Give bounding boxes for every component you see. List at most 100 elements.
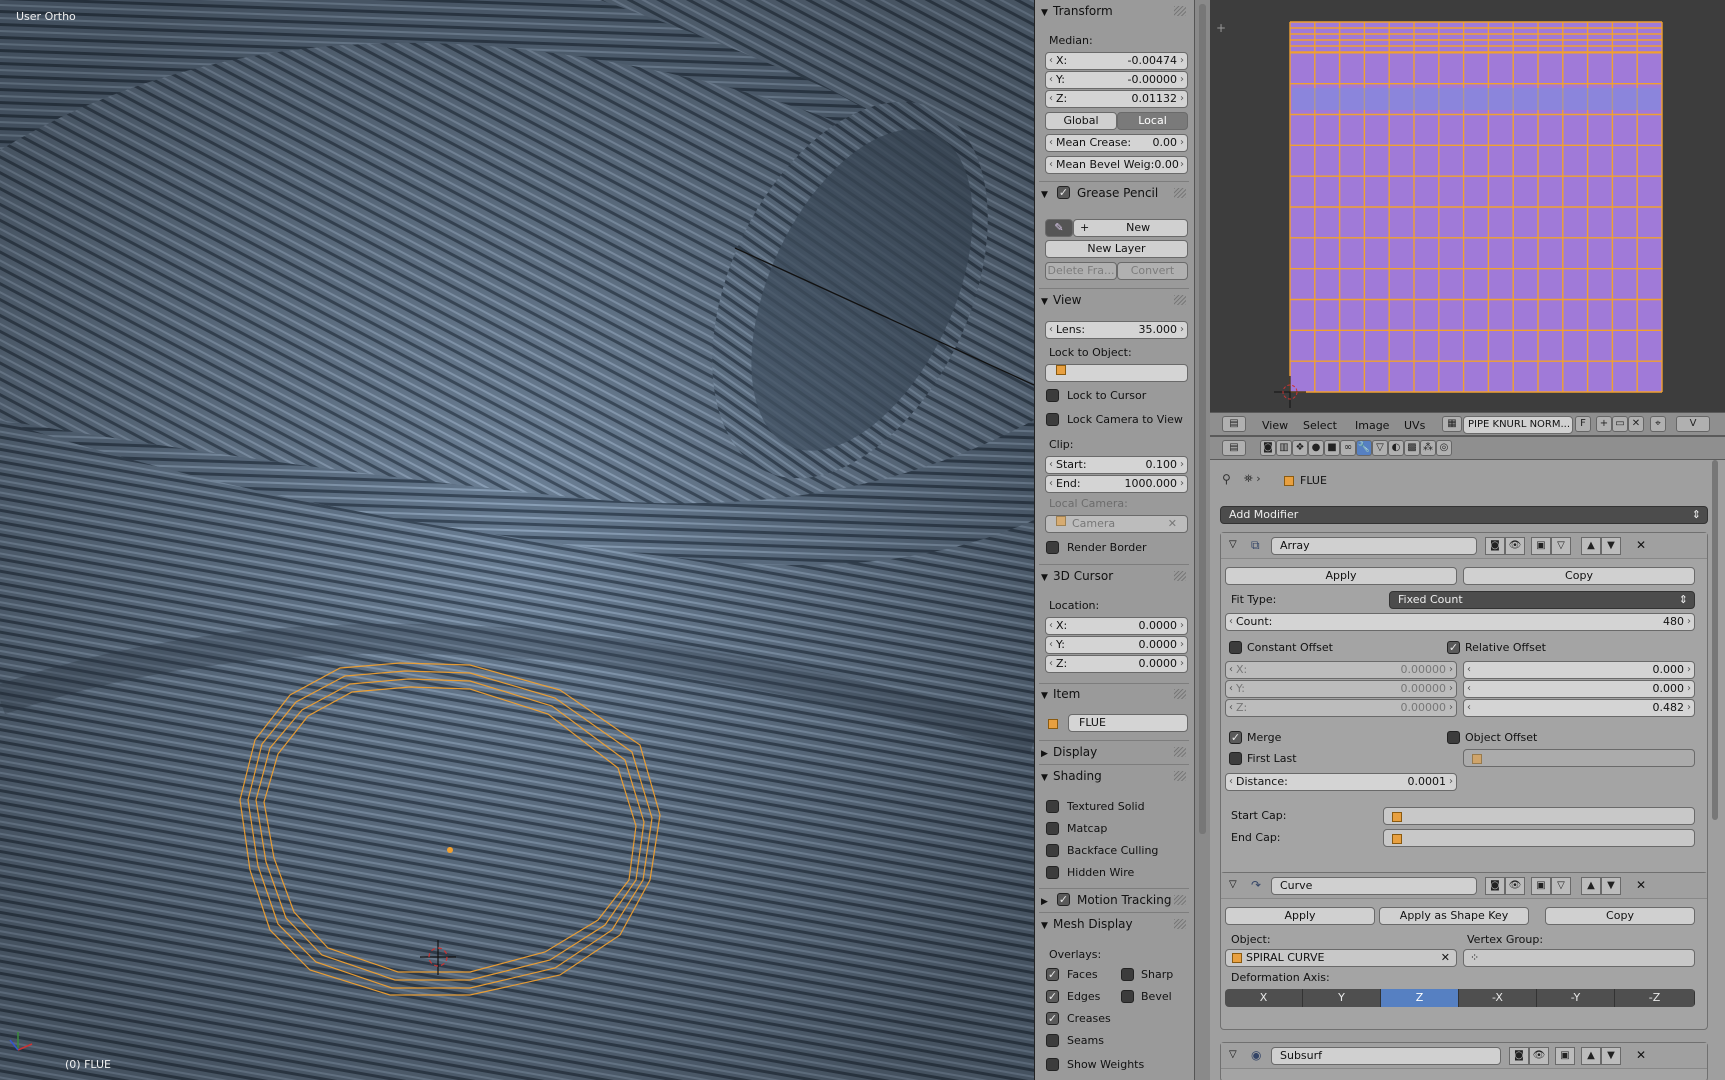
move-down-icon[interactable]: ▼ (1601, 1047, 1621, 1065)
vertex-group-field[interactable]: ⁘ (1463, 949, 1695, 967)
faces-checkbox[interactable]: ✓ (1046, 968, 1059, 981)
item-header[interactable]: ▼ Item (1041, 685, 1080, 703)
cursor-y-field[interactable]: Y: 0.0000 (1045, 636, 1188, 654)
median-z-field[interactable]: Z: 0.01132 (1045, 90, 1188, 108)
collapse-triangle-icon[interactable]: ▽ (1229, 539, 1237, 550)
viewport-toggle-icon[interactable]: 👁 (1505, 877, 1525, 895)
constant-y-field[interactable]: Y: 0.00000 (1225, 680, 1457, 698)
end-cap-field[interactable] (1383, 829, 1695, 847)
editor-type-icon[interactable]: ▤ (1222, 440, 1246, 456)
relative-y-field[interactable]: 0.000 (1463, 680, 1695, 698)
clear-icon[interactable]: ✕ (1168, 516, 1177, 532)
curve-apply-button[interactable]: Apply (1225, 907, 1375, 925)
local-button[interactable]: Local (1117, 112, 1188, 130)
image-browse-icon[interactable]: ▦ (1442, 416, 1462, 432)
array-copy-button[interactable]: Copy (1463, 567, 1695, 585)
offset-object-field[interactable] (1463, 749, 1695, 767)
render-tab-icon[interactable]: ◙ (1260, 440, 1276, 456)
relative-x-field[interactable]: 0.000 (1463, 661, 1695, 679)
median-y-field[interactable]: Y: -0.00000 (1045, 71, 1188, 89)
lock-object-field[interactable] (1045, 364, 1188, 382)
textured-solid-checkbox[interactable] (1046, 800, 1059, 813)
drag-grip-icon[interactable] (1174, 747, 1186, 757)
object-offset-checkbox[interactable] (1447, 731, 1460, 744)
move-up-icon[interactable]: ▲ (1581, 1047, 1601, 1065)
new-layer-button[interactable]: New Layer (1045, 240, 1188, 258)
delete-frame-button[interactable]: Delete Fra... (1045, 262, 1117, 280)
remove-modifier-icon[interactable]: ✕ (1636, 878, 1646, 892)
viewport-toggle-icon[interactable]: 👁 (1505, 537, 1525, 555)
axis-neg-x-button[interactable]: -X (1459, 989, 1537, 1007)
seams-checkbox[interactable] (1046, 1034, 1059, 1047)
move-up-icon[interactable]: ▲ (1581, 537, 1601, 555)
3d-viewport[interactable]: User Ortho (0) FLUE (0, 0, 1034, 1080)
drag-grip-icon[interactable] (1174, 689, 1186, 699)
render-toggle-icon[interactable]: ◙ (1509, 1047, 1529, 1065)
distance-field[interactable]: Distance: 0.0001 (1225, 773, 1457, 791)
count-field[interactable]: Count: 480 (1225, 613, 1695, 631)
global-button[interactable]: Global (1045, 112, 1117, 130)
data-tab-icon[interactable]: ▽ (1372, 440, 1388, 456)
image-name-field[interactable]: PIPE KNURL NORM... (1463, 416, 1573, 434)
constant-offset-checkbox[interactable] (1229, 641, 1242, 654)
matcap-checkbox[interactable] (1046, 822, 1059, 835)
creases-checkbox[interactable]: ✓ (1046, 1012, 1059, 1025)
merge-checkbox[interactable]: ✓ (1229, 731, 1242, 744)
lock-camera-checkbox[interactable] (1046, 413, 1059, 426)
drag-grip-icon[interactable] (1174, 188, 1186, 198)
object-tab-icon[interactable]: ■ (1324, 440, 1340, 456)
convert-button[interactable]: Convert (1117, 262, 1188, 280)
motion-tracking-header[interactable]: ▶ (1041, 891, 1053, 909)
subsurf-name-field[interactable]: Subsurf (1271, 1047, 1501, 1065)
pin-icon[interactable]: ⌖ (1650, 416, 1666, 432)
modifiers-tab-icon[interactable]: 🔧 (1356, 440, 1372, 456)
physics-tab-icon[interactable]: ◎ (1436, 440, 1452, 456)
constant-z-field[interactable]: Z: 0.00000 (1225, 699, 1457, 717)
axis-neg-y-button[interactable]: -Y (1537, 989, 1615, 1007)
uvs-menu[interactable]: UVs (1404, 419, 1425, 432)
motion-tracking-toggle[interactable]: ✓ (1057, 893, 1070, 906)
relative-offset-checkbox[interactable]: ✓ (1447, 641, 1460, 654)
cursor-header[interactable]: ▼ 3D Cursor (1041, 567, 1113, 585)
relative-z-field[interactable]: 0.482 (1463, 699, 1695, 717)
backface-culling-checkbox[interactable] (1046, 844, 1059, 857)
axis-y-button[interactable]: Y (1303, 989, 1381, 1007)
constraints-tab-icon[interactable]: ∞ (1340, 440, 1356, 456)
edges-checkbox[interactable]: ✓ (1046, 990, 1059, 1003)
image-menu[interactable]: Image (1355, 419, 1389, 432)
texture-tab-icon[interactable]: ▩ (1404, 440, 1420, 456)
collapse-triangle-icon[interactable]: ▽ (1229, 879, 1237, 890)
cage-toggle-icon[interactable]: ▽ (1551, 877, 1571, 895)
grease-pencil-header[interactable]: ▼ (1041, 184, 1053, 202)
cursor-x-field[interactable]: X: 0.0000 (1045, 617, 1188, 635)
render-toggle-icon[interactable]: ◙ (1485, 877, 1505, 895)
array-apply-button[interactable]: Apply (1225, 567, 1457, 585)
editmode-toggle-icon[interactable]: ▣ (1531, 537, 1551, 555)
shelf-scrollbar[interactable] (1199, 4, 1206, 834)
particles-tab-icon[interactable]: ⁂ (1420, 440, 1436, 456)
item-name-field[interactable]: FLUE (1068, 714, 1188, 732)
mean-crease-field[interactable]: Mean Crease: 0.00 (1045, 134, 1188, 152)
hidden-wire-checkbox[interactable] (1046, 866, 1059, 879)
view-menu[interactable]: View (1262, 419, 1288, 432)
move-down-icon[interactable]: ▼ (1601, 537, 1621, 555)
clip-start-field[interactable]: Start: 0.100 (1045, 456, 1188, 474)
constant-x-field[interactable]: X: 0.00000 (1225, 661, 1457, 679)
add-modifier-dropdown[interactable]: Add Modifier ⇕ (1220, 506, 1708, 524)
unlink-image-icon[interactable]: ✕ (1628, 416, 1644, 432)
grease-pencil-toggle[interactable]: ✓ (1057, 186, 1070, 199)
editor-type-icon[interactable]: ▤ (1222, 416, 1246, 432)
remove-modifier-icon[interactable]: ✕ (1636, 538, 1646, 552)
cage-toggle-icon[interactable]: ▽ (1551, 537, 1571, 555)
drag-grip-icon[interactable] (1174, 771, 1186, 781)
local-camera-field[interactable]: Camera ✕ (1045, 515, 1188, 533)
render-toggle-icon[interactable]: ◙ (1485, 537, 1505, 555)
uv-editor[interactable]: + (1210, 0, 1725, 412)
sharp-checkbox[interactable] (1121, 968, 1134, 981)
viewport-toggle-icon[interactable]: 👁 (1529, 1047, 1549, 1065)
curve-name-field[interactable]: Curve (1271, 877, 1477, 895)
scene-tab-icon[interactable]: ❖ (1292, 440, 1308, 456)
fake-user-button[interactable]: F (1575, 416, 1591, 432)
lens-field[interactable]: Lens: 35.000 (1045, 321, 1188, 339)
axis-z-button[interactable]: Z (1381, 989, 1459, 1007)
